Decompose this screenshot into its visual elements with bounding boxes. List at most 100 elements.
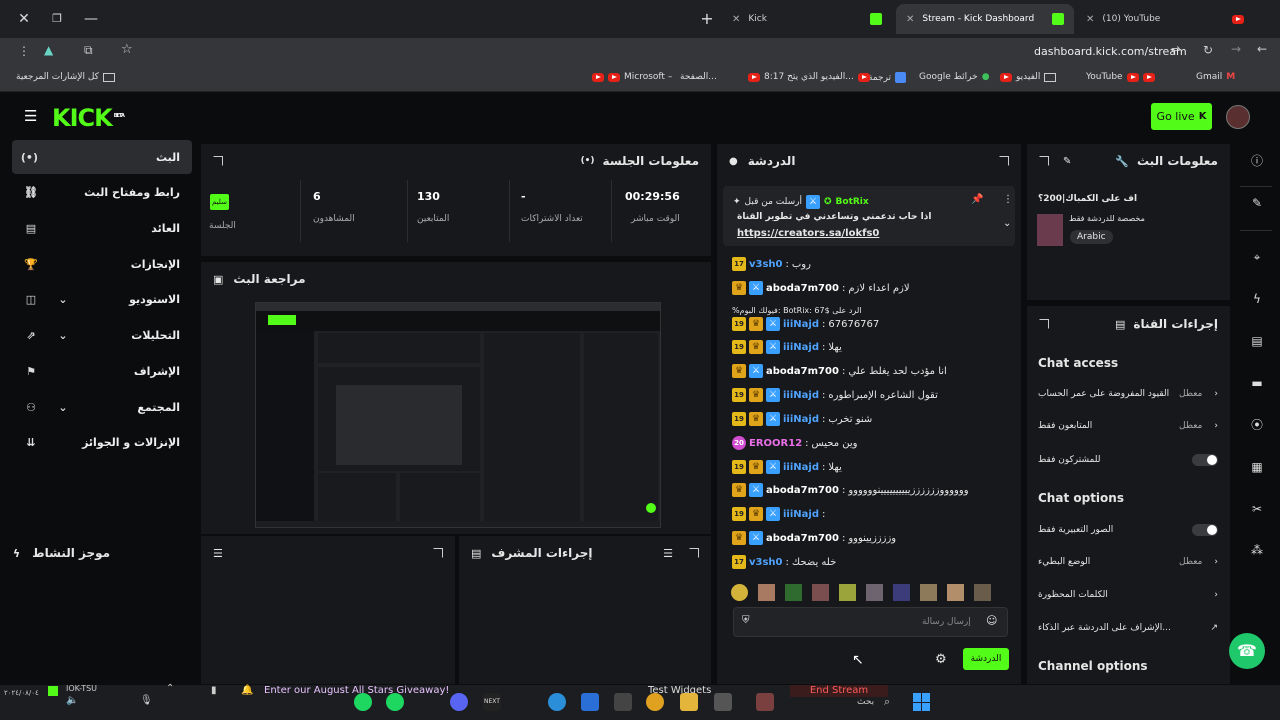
extension-icon[interactable]: ▲ bbox=[44, 43, 53, 57]
chat-username[interactable]: iiiNajd bbox=[783, 319, 819, 330]
expand-icon[interactable] bbox=[213, 156, 223, 166]
stream-preview-video[interactable] bbox=[255, 302, 661, 528]
emotes-only-toggle[interactable] bbox=[1192, 524, 1218, 536]
spotify-icon[interactable] bbox=[354, 693, 372, 711]
emote-icon[interactable] bbox=[866, 584, 883, 601]
filter-icon[interactable]: ☰ bbox=[663, 547, 673, 560]
subscribers-only-toggle[interactable] bbox=[1192, 454, 1218, 466]
tab-kick[interactable]: ✕ Kick bbox=[722, 4, 892, 34]
bell-icon[interactable]: 🔔 bbox=[241, 685, 253, 696]
emote-icon[interactable] bbox=[974, 584, 991, 601]
bookmark-star-icon[interactable]: ☆ bbox=[121, 42, 133, 57]
go-live-button[interactable]: Go live K bbox=[1151, 103, 1212, 130]
emote-icon[interactable] bbox=[893, 584, 910, 601]
chevron-down-icon[interactable]: ⌄ bbox=[1003, 218, 1011, 229]
emote-icon[interactable] bbox=[839, 584, 856, 601]
notes-icon[interactable]: ▤ bbox=[1248, 332, 1266, 350]
url-field[interactable]: dashboard.kick.com/stream bbox=[1034, 45, 1187, 58]
volume-icon[interactable]: 🔈 bbox=[66, 695, 78, 706]
bookmark-maps[interactable]: Google خرائط ● bbox=[919, 72, 990, 82]
puzzle-icon[interactable]: ⧉ bbox=[84, 43, 93, 58]
setting-slow-mode[interactable]: الوضع البطيء معطل › bbox=[1038, 557, 1218, 567]
chrome-icon[interactable] bbox=[646, 693, 664, 711]
emote-icon[interactable] bbox=[758, 584, 775, 601]
edit-icon[interactable]: ✎ bbox=[1248, 194, 1266, 212]
hamburger-menu-icon[interactable]: ☰ bbox=[24, 107, 37, 125]
chat-input[interactable]: ⛨ إرسال رسالة ☺ bbox=[733, 607, 1008, 637]
setting-banned-words[interactable]: الكلمات المحظورة › bbox=[1038, 590, 1218, 600]
chat-username[interactable]: v3sh0 bbox=[749, 557, 783, 568]
support-headset-icon[interactable]: ☎ bbox=[1229, 633, 1265, 669]
tray-expand-icon[interactable]: ⌃ bbox=[166, 683, 174, 694]
close-tab-icon[interactable]: ✕ bbox=[732, 14, 740, 25]
expand-icon[interactable] bbox=[433, 548, 443, 558]
mic-icon[interactable]: 🎙 bbox=[140, 695, 153, 706]
end-stream-button[interactable]: End Stream bbox=[790, 685, 888, 697]
taskbar-search[interactable]: بحث bbox=[857, 697, 874, 707]
close-window-icon[interactable]: ✕ bbox=[14, 9, 34, 29]
sidebar-item-community[interactable]: المجتمع ⌄ ⚇ bbox=[12, 390, 192, 424]
close-tab-icon[interactable]: ✕ bbox=[1086, 14, 1094, 25]
bookmark-page[interactable]: الصفحة... bbox=[680, 72, 717, 82]
close-tab-icon[interactable]: ✕ bbox=[906, 14, 914, 25]
bookmark-gmail[interactable]: Gmail M bbox=[1196, 72, 1235, 82]
chat-username[interactable]: iiiNajd bbox=[783, 462, 819, 473]
chat-username[interactable]: aboda7m700 bbox=[766, 283, 839, 294]
sidebar-item-studio[interactable]: الاستوديو ⌄ ◫ bbox=[12, 282, 192, 316]
sidebar-item-stream[interactable]: البث (•) bbox=[12, 140, 192, 174]
new-tab-icon[interactable]: + bbox=[697, 9, 717, 29]
community-icon[interactable]: ⁂ bbox=[1248, 541, 1266, 559]
obs-icon[interactable] bbox=[614, 693, 632, 711]
avatar[interactable] bbox=[1226, 105, 1250, 129]
reload-icon[interactable]: ↻ bbox=[1203, 43, 1213, 57]
sidebar-item-drops[interactable]: الإنزالات و الجوائز ⇊ bbox=[12, 425, 192, 459]
emote-icon[interactable] bbox=[920, 584, 937, 601]
tab-stream-dashboard[interactable]: ✕ Stream - Kick Dashboard bbox=[896, 4, 1074, 34]
sidebar-item-stream-key[interactable]: رابط ومفتاح البث ⛓ bbox=[12, 175, 192, 209]
menu-dots-icon[interactable]: ⋮ bbox=[18, 44, 30, 58]
back-icon[interactable]: ← bbox=[1257, 42, 1267, 56]
lightning-icon[interactable]: ϟ bbox=[1248, 290, 1266, 308]
sidebar-item-analytics[interactable]: التحليلات ⌄ ⇗ bbox=[12, 318, 192, 352]
sidebar-item-revenue[interactable]: العائد ▤ bbox=[12, 211, 192, 245]
emoji-icon[interactable]: ☺ bbox=[986, 614, 997, 627]
search-icon[interactable]: ⌕ bbox=[884, 695, 890, 709]
bookmark-all[interactable]: كل الإشارات المرجعية bbox=[16, 72, 115, 82]
target-icon[interactable]: ⌖ bbox=[1248, 248, 1266, 266]
emote-icon[interactable] bbox=[731, 584, 748, 601]
windows-start-icon[interactable] bbox=[913, 693, 931, 711]
app-icon[interactable] bbox=[714, 693, 732, 711]
app-icon[interactable] bbox=[756, 693, 774, 711]
broadcast-icon[interactable]: ⦿ bbox=[1248, 416, 1266, 434]
sidebar-item-moderation[interactable]: الإشراف ⚑ bbox=[12, 354, 192, 388]
bookmark-microsoft[interactable]: Microsoft – bbox=[592, 72, 672, 82]
spotify-icon[interactable] bbox=[386, 693, 404, 711]
chat-username[interactable]: iiiNajd bbox=[783, 414, 819, 425]
tools-icon[interactable]: ✂ bbox=[1248, 500, 1266, 518]
discord-icon[interactable] bbox=[450, 693, 468, 711]
more-options-icon[interactable]: ⋮ bbox=[1003, 194, 1013, 205]
chat-username[interactable]: iiiNajd bbox=[783, 342, 819, 353]
chat-settings-gear-icon[interactable]: ⚙ bbox=[935, 652, 947, 667]
emote-icon[interactable] bbox=[947, 584, 964, 601]
chat-username[interactable]: aboda7m700 bbox=[766, 366, 839, 377]
bookmark-youtube[interactable]: YouTube bbox=[1086, 72, 1155, 82]
next-app-icon[interactable]: NEXT bbox=[483, 693, 501, 711]
store-icon[interactable] bbox=[581, 693, 599, 711]
chat-username[interactable]: aboda7m700 bbox=[766, 485, 839, 496]
tab-youtube[interactable]: ✕ (10) YouTube bbox=[1076, 4, 1254, 34]
chat-username[interactable]: EROOR12 bbox=[749, 438, 802, 449]
setting-account-age[interactable]: القيود المفروضة على عمر الحساب معطل › bbox=[1038, 389, 1218, 399]
file-explorer-icon[interactable] bbox=[680, 693, 698, 711]
chat-icon[interactable]: ▬ bbox=[1248, 374, 1266, 392]
layout-icon[interactable]: ▦ bbox=[1248, 458, 1266, 476]
setting-followers-only[interactable]: المتابعون فقط معطل › bbox=[1038, 421, 1218, 431]
unpin-icon[interactable]: 📌 bbox=[971, 194, 983, 205]
emote-icon[interactable] bbox=[785, 584, 802, 601]
edit-pencil-icon[interactable]: ✎ bbox=[1063, 156, 1071, 167]
expand-icon[interactable] bbox=[1039, 156, 1049, 166]
chat-username[interactable]: iiiNajd bbox=[783, 509, 819, 520]
chat-username[interactable]: iiiNajd bbox=[783, 390, 819, 401]
kick-logo[interactable]: KICK BETA bbox=[52, 104, 125, 132]
expand-icon[interactable] bbox=[689, 548, 699, 558]
